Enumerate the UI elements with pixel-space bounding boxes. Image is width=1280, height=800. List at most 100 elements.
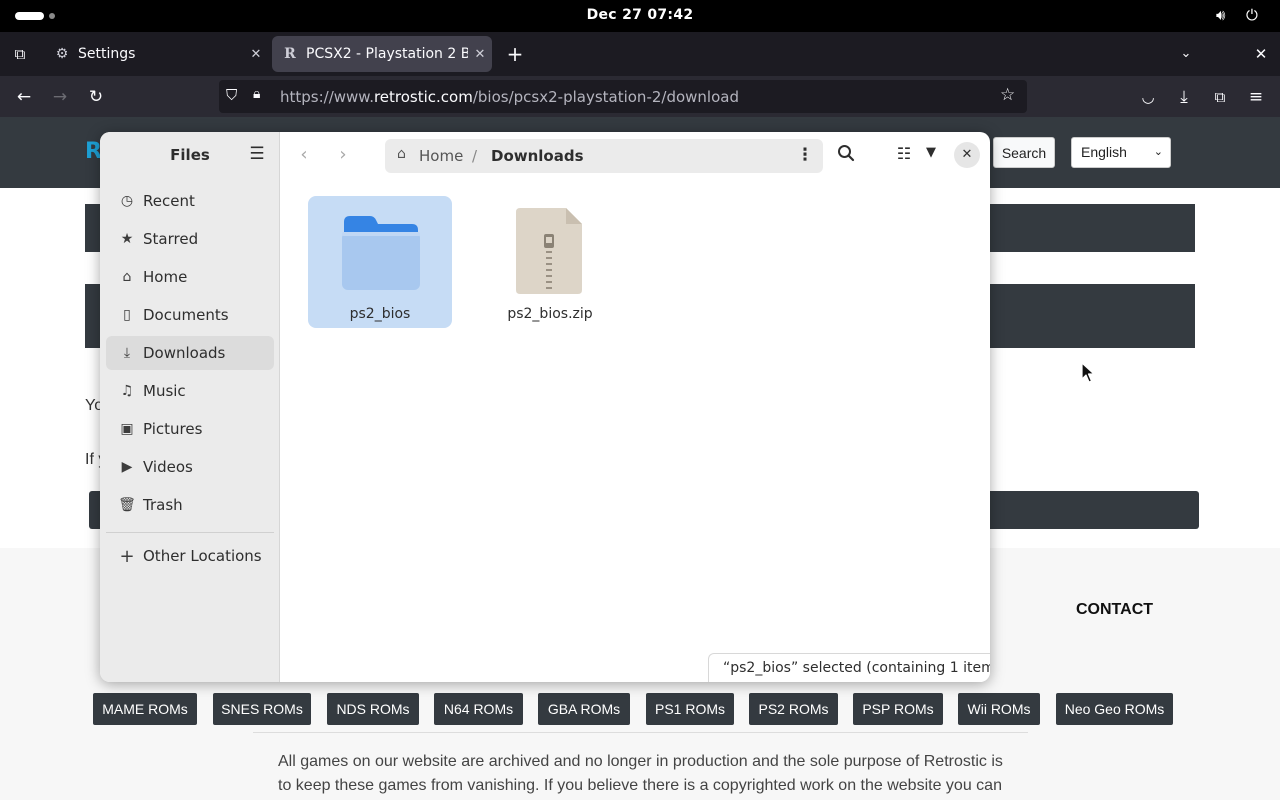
sidebar-item-label: Videos	[143, 458, 193, 476]
clock-icon: ◷	[120, 193, 134, 209]
video-icon: ▶	[121, 459, 133, 475]
sidebar-item-pictures[interactable]: ▣ Pictures	[106, 412, 274, 446]
rom-link[interactable]: SNES ROMs	[213, 693, 311, 725]
language-value: English	[1081, 144, 1127, 160]
rom-link[interactable]: PS1 ROMs	[646, 693, 734, 725]
star-icon: ★	[120, 231, 134, 247]
sidebar-item-label: Trash	[143, 496, 183, 514]
mouse-pointer-icon	[1081, 362, 1095, 383]
sidebar-item-label: Recent	[143, 192, 195, 210]
extensions-icon[interactable]: ⧉	[1207, 84, 1233, 110]
rom-link[interactable]: PSP ROMs	[853, 693, 943, 725]
file-item-zip[interactable]: ps2_bios.zip	[478, 196, 622, 328]
sidebar-item-starred[interactable]: ★ Starred	[106, 222, 274, 256]
download-icon: ⤓	[123, 345, 131, 361]
document-icon: ▯	[123, 307, 131, 323]
language-select[interactable]: English ⌄	[1071, 137, 1171, 168]
url-text[interactable]: https://www.retrostic.com/bios/pcsx2-pla…	[280, 88, 739, 106]
tab-settings[interactable]: ⚙ Settings ✕	[44, 36, 268, 72]
close-icon[interactable]: ✕	[954, 142, 980, 168]
sidebar-item-recent[interactable]: ◷ Recent	[106, 184, 274, 218]
plus-icon: +	[119, 545, 135, 567]
forward-icon[interactable]: ›	[332, 144, 354, 165]
clock[interactable]: Dec 27 07:42	[0, 7, 1280, 23]
sidebar-item-music[interactable]: ♫ Music	[106, 374, 274, 408]
url-bar[interactable]: ⛉ 🔒︎ https://www.retrostic.com/bios/pcsx…	[219, 80, 1027, 113]
lock-icon[interactable]: 🔒︎	[253, 86, 260, 102]
home-icon: ⌂	[122, 269, 132, 285]
sidebar-item-trash[interactable]: 🗑︎ Trash	[106, 488, 274, 522]
sidebar-divider	[106, 532, 274, 533]
sidebar-item-label: Documents	[143, 306, 229, 324]
sidebar-item-home[interactable]: ⌂ Home	[106, 260, 274, 294]
music-icon: ♫	[120, 383, 134, 399]
breadcrumb-home[interactable]: Home	[419, 147, 463, 165]
gear-icon: ⚙	[55, 46, 69, 62]
rom-link[interactable]: Wii ROMs	[958, 693, 1040, 725]
files-sidebar: Files ☰ ◷ Recent ★ Starred ⌂ Home ▯ Docu…	[100, 132, 280, 682]
tab-overview-icon[interactable]: ⧉	[7, 41, 33, 67]
contact-heading: CONTACT	[1076, 601, 1154, 618]
retrostic-favicon-icon: R	[284, 46, 296, 62]
sidebar-item-label: Home	[143, 268, 188, 286]
sidebar-item-documents[interactable]: ▯ Documents	[106, 298, 274, 332]
sidebar-item-other-locations[interactable]: + Other Locations	[106, 539, 274, 573]
search-icon[interactable]	[835, 144, 857, 166]
picture-icon: ▣	[120, 421, 134, 437]
rom-links: MAME ROMs SNES ROMs NDS ROMs N64 ROMs GB…	[93, 693, 1193, 725]
bookmark-star-icon[interactable]: ☆	[1000, 85, 1015, 105]
chevron-down-icon: ⌄	[1153, 146, 1163, 158]
list-view-icon[interactable]: ☷	[895, 144, 913, 163]
power-icon[interactable]: ⏻	[1246, 6, 1258, 24]
reload-icon[interactable]: ↻	[83, 84, 109, 110]
sidebar-item-downloads[interactable]: ⤓ Downloads	[106, 336, 274, 370]
tab-title: Settings	[78, 46, 136, 62]
file-name: ps2_bios	[349, 306, 411, 322]
selection-status: “ps2_bios” selected (containing 1 item)	[708, 653, 990, 682]
back-icon[interactable]: ‹	[293, 144, 315, 165]
speaker-icon[interactable]: 🔊︎	[1216, 6, 1225, 24]
sidebar-item-label: Music	[143, 382, 186, 400]
more-options-icon[interactable]: ⋮	[795, 145, 815, 165]
sidebar-item-videos[interactable]: ▶ Videos	[106, 450, 274, 484]
tab-title: PCSX2 - Playstation 2 BIOS	[306, 46, 468, 62]
trash-icon: 🗑︎	[118, 497, 136, 513]
pocket-icon[interactable]: ◡	[1135, 84, 1161, 110]
breadcrumb-separator: /	[472, 147, 478, 165]
view-options-dropdown-icon[interactable]: ▼	[923, 145, 939, 160]
back-icon[interactable]: ←	[11, 84, 37, 110]
close-tab-icon[interactable]: ✕	[244, 47, 268, 62]
files-window: Files ☰ ◷ Recent ★ Starred ⌂ Home ▯ Docu…	[100, 132, 990, 682]
site-search-button[interactable]: Search	[993, 137, 1055, 168]
rom-link[interactable]: Neo Geo ROMs	[1056, 693, 1173, 725]
rom-link[interactable]: GBA ROMs	[538, 693, 630, 725]
disclaimer-text: All games on our website are archived an…	[278, 753, 1003, 794]
path-bar: ⌂ Home / Downloads ⋮	[385, 139, 823, 173]
tab-pcsx2-bios[interactable]: R PCSX2 - Playstation 2 BIOS ✕	[272, 36, 492, 72]
rom-link[interactable]: NDS ROMs	[327, 693, 419, 725]
close-tab-icon[interactable]: ✕	[468, 47, 492, 62]
rom-link[interactable]: MAME ROMs	[93, 693, 197, 725]
breadcrumb-current[interactable]: Downloads	[491, 147, 584, 165]
rom-link[interactable]: PS2 ROMs	[749, 693, 838, 725]
home-icon: ⌂	[397, 146, 406, 162]
list-tabs-icon[interactable]: ⌄	[1173, 41, 1199, 67]
hamburger-menu-icon[interactable]: ☰	[247, 144, 267, 164]
new-tab-button[interactable]: +	[502, 41, 528, 67]
shield-icon[interactable]: ⛉	[226, 86, 237, 104]
footer-divider	[253, 732, 1028, 733]
forward-icon[interactable]: →	[47, 84, 73, 110]
close-window-icon[interactable]: ✕	[1248, 41, 1274, 67]
zip-archive-icon	[516, 208, 582, 294]
sidebar-item-label: Downloads	[143, 344, 226, 362]
file-item-folder[interactable]: ps2_bios	[308, 196, 452, 328]
sidebar-item-label: Other Locations	[143, 547, 262, 565]
downloads-icon[interactable]: ⤓	[1171, 84, 1197, 110]
system-top-bar: Dec 27 07:42 🔊︎ ⏻	[0, 0, 1280, 32]
rom-link[interactable]: N64 ROMs	[434, 693, 523, 725]
menu-icon[interactable]: ≡	[1243, 84, 1269, 110]
folder-icon	[342, 216, 420, 290]
browser-tab-bar: ⧉ ⚙ Settings ✕ R PCSX2 - Playstation 2 B…	[0, 32, 1280, 76]
sidebar-item-label: Starred	[143, 230, 199, 248]
sidebar-item-label: Pictures	[143, 420, 203, 438]
